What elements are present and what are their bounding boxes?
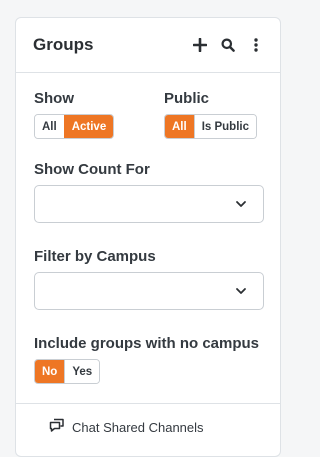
- public-filter: Public All Is Public: [164, 90, 257, 139]
- show-public-row: Show All Active Public All Is Public: [34, 90, 263, 139]
- show-count-for-label: Show Count For: [34, 161, 150, 178]
- show-all-button[interactable]: All: [35, 115, 64, 138]
- panel-header: Groups: [16, 18, 280, 73]
- filter-by-campus-label: Filter by Campus: [34, 248, 156, 265]
- public-all-button[interactable]: All: [165, 115, 194, 138]
- public-label: Public: [164, 90, 210, 107]
- show-toggle-group: All Active: [34, 114, 115, 139]
- chat-shared-channels-link[interactable]: Chat Shared Channels: [16, 403, 280, 437]
- more-vertical-icon[interactable]: [248, 37, 264, 53]
- include-no-button[interactable]: No: [35, 360, 65, 383]
- panel-title: Groups: [33, 35, 94, 54]
- chevron-down-icon: [236, 201, 246, 207]
- public-toggle-group: All Is Public: [164, 114, 257, 139]
- chat-icon: [49, 418, 65, 437]
- chevron-down-icon: [236, 288, 246, 294]
- header-actions: [192, 37, 264, 53]
- filter-body: Show All Active Public All Is Public Sho…: [16, 73, 280, 384]
- include-no-campus-label: Include groups with no campus: [34, 335, 260, 352]
- show-count-for-select[interactable]: [34, 185, 264, 223]
- search-icon[interactable]: [220, 37, 236, 53]
- campus-select[interactable]: [34, 272, 264, 310]
- plus-icon[interactable]: [192, 37, 208, 53]
- include-yes-button[interactable]: Yes: [64, 360, 100, 383]
- include-no-campus-toggle-group: No Yes: [34, 359, 101, 384]
- chat-shared-channels-label: Chat Shared Channels: [72, 420, 204, 435]
- show-filter: Show All Active: [34, 90, 164, 139]
- show-active-button[interactable]: Active: [63, 115, 114, 138]
- show-label: Show: [34, 90, 74, 107]
- groups-panel: Groups Show All Active Public All Is Pub…: [15, 17, 281, 457]
- public-is-public-button[interactable]: Is Public: [193, 115, 256, 138]
